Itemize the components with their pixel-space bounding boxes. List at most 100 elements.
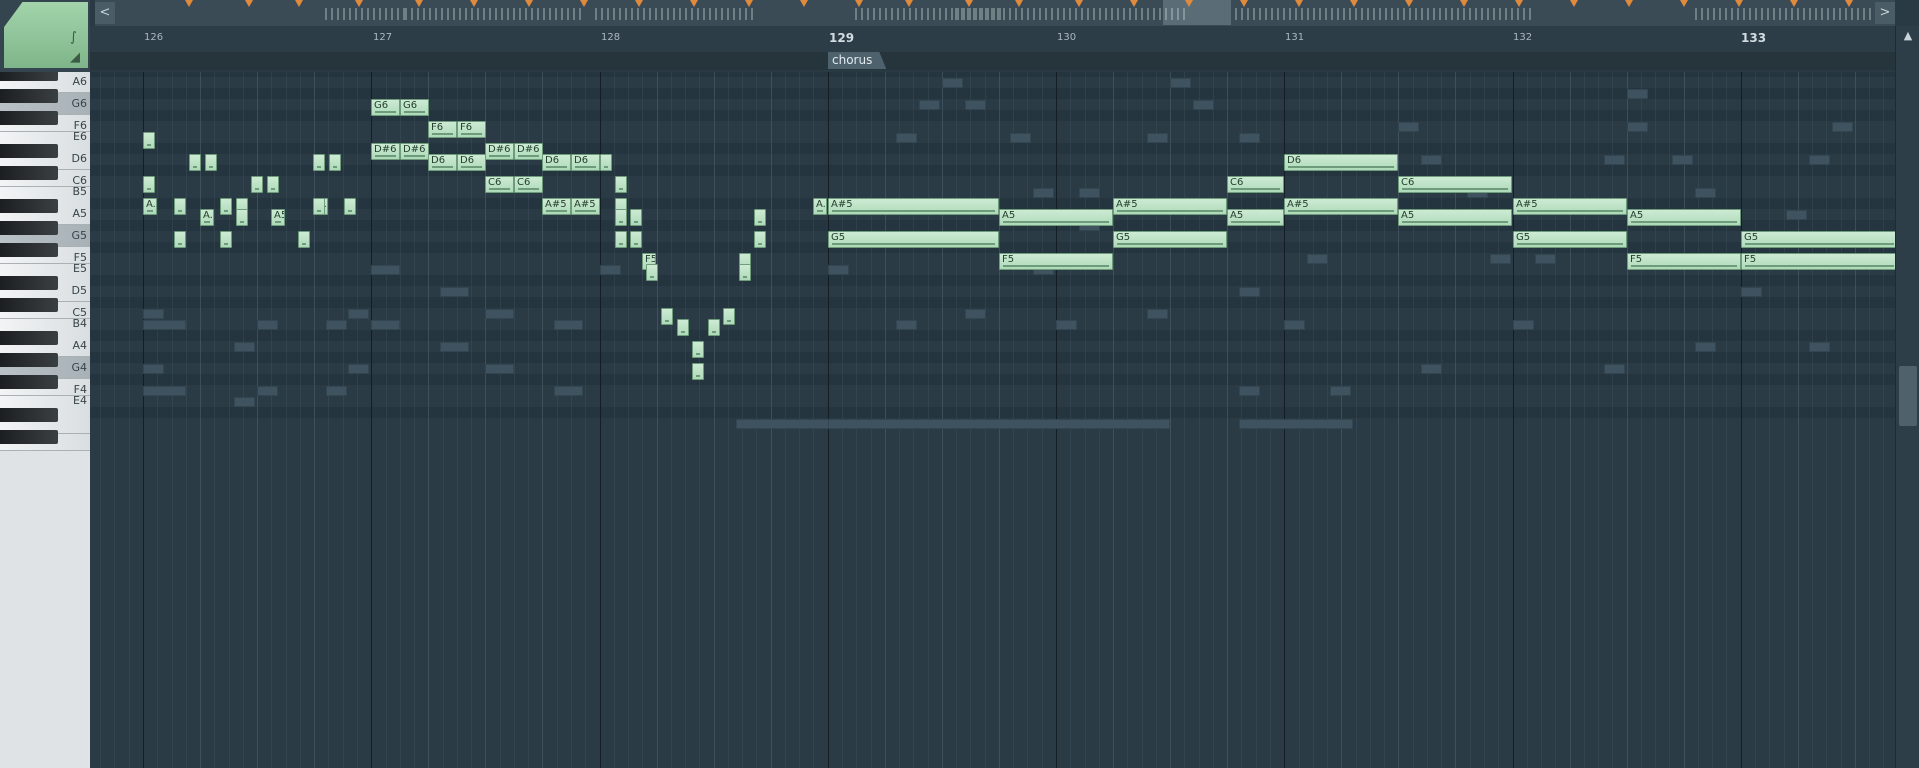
triangle-icon[interactable]: ◢ <box>70 50 80 65</box>
black-key[interactable] <box>0 89 58 103</box>
black-key[interactable] <box>0 144 58 158</box>
scroll-up-icon[interactable]: ▲ <box>1898 26 1918 46</box>
short-note[interactable] <box>220 198 232 215</box>
short-note[interactable] <box>739 264 751 281</box>
black-key[interactable] <box>0 199 58 213</box>
note[interactable]: D#6 <box>371 143 400 160</box>
note[interactable]: C6 <box>1398 176 1512 193</box>
short-note[interactable] <box>220 231 232 248</box>
note[interactable]: A5 <box>1627 209 1741 226</box>
black-key[interactable] <box>0 111 58 125</box>
note[interactable]: A#5 <box>1513 198 1627 215</box>
black-key[interactable] <box>0 276 58 290</box>
note[interactable]: G6 <box>371 99 400 116</box>
note[interactable]: D#6 <box>485 143 514 160</box>
short-note[interactable] <box>615 209 627 226</box>
short-note[interactable] <box>174 231 186 248</box>
grid-line <box>172 72 173 768</box>
note[interactable]: A#5 <box>1284 198 1398 215</box>
note[interactable]: A5 <box>999 209 1113 226</box>
note[interactable]: C6 <box>485 176 514 193</box>
short-note[interactable] <box>692 341 704 358</box>
note[interactable]: G6 <box>400 99 429 116</box>
short-note[interactable] <box>205 154 217 171</box>
short-note[interactable] <box>251 176 263 193</box>
curve-icon[interactable]: ∫ <box>70 30 77 45</box>
short-note[interactable] <box>267 176 279 193</box>
short-note[interactable] <box>174 198 186 215</box>
short-note[interactable] <box>630 209 642 226</box>
scroll-right-button[interactable]: > <box>1875 2 1895 24</box>
timeline-ruler[interactable]: 126 127 128 129 130 131 132 133 <box>90 26 1895 53</box>
note[interactable]: F6 <box>457 121 486 138</box>
note[interactable]: A#5 <box>571 198 600 215</box>
short-note[interactable] <box>661 308 673 325</box>
black-key[interactable] <box>0 430 58 444</box>
black-key[interactable] <box>0 408 58 422</box>
short-note[interactable] <box>600 154 612 171</box>
note[interactable]: C6 <box>1227 176 1284 193</box>
short-note[interactable] <box>298 231 310 248</box>
short-note[interactable] <box>143 176 155 193</box>
short-note[interactable] <box>723 308 735 325</box>
note[interactable]: D6 <box>571 154 600 171</box>
vertical-scrollbar[interactable]: ▲ <box>1895 26 1919 768</box>
short-note[interactable] <box>615 176 627 193</box>
black-key[interactable] <box>0 375 58 389</box>
short-note[interactable] <box>692 363 704 380</box>
note[interactable]: C6 <box>514 176 543 193</box>
short-note[interactable] <box>615 231 627 248</box>
black-key[interactable] <box>0 353 58 367</box>
note[interactable]: D6 <box>542 154 571 171</box>
short-note[interactable] <box>236 209 248 226</box>
short-note[interactable] <box>646 264 658 281</box>
note[interactable]: A#5 <box>828 198 999 215</box>
scroll-left-button[interactable]: < <box>95 2 115 24</box>
short-note[interactable] <box>189 154 201 171</box>
note[interactable]: D#6 <box>514 143 543 160</box>
short-note[interactable] <box>313 198 325 215</box>
note[interactable]: G5 <box>1513 231 1627 248</box>
note[interactable]: A5 <box>271 209 285 226</box>
piano-keyboard[interactable]: A6 G6 F6 E6 D6 C6 B5 A5 G5 F5 E5 D5 C5 B4 A4 G4 F4 E4 <box>0 72 90 768</box>
tool-corner[interactable]: ∫ ◢ <box>0 0 90 72</box>
note[interactable]: A#5 <box>1113 198 1227 215</box>
short-note[interactable] <box>754 231 766 248</box>
note[interactable]: F5 <box>1627 253 1741 270</box>
note[interactable]: F6 <box>428 121 457 138</box>
note[interactable]: G5 <box>1113 231 1227 248</box>
short-note[interactable] <box>754 209 766 226</box>
short-note[interactable] <box>708 319 720 336</box>
short-note[interactable] <box>344 198 356 215</box>
short-note[interactable] <box>143 132 155 149</box>
short-note[interactable] <box>329 154 341 171</box>
note[interactable]: A. <box>143 198 157 215</box>
note[interactable]: D#6 <box>400 143 429 160</box>
note[interactable]: G5 <box>1741 231 1895 248</box>
note[interactable]: A5 <box>1227 209 1284 226</box>
note[interactable]: A. <box>813 198 827 215</box>
black-key[interactable] <box>0 166 58 180</box>
short-note[interactable] <box>677 319 689 336</box>
note[interactable]: F5 <box>999 253 1113 270</box>
short-note[interactable] <box>313 154 325 171</box>
note[interactable]: F5 <box>1741 253 1895 270</box>
black-key[interactable] <box>0 331 58 345</box>
black-key[interactable] <box>0 298 58 312</box>
black-key[interactable] <box>0 221 58 235</box>
note[interactable]: G5 <box>828 231 999 248</box>
note[interactable]: A. <box>200 209 214 226</box>
note[interactable]: A5 <box>1398 209 1512 226</box>
short-note[interactable] <box>630 231 642 248</box>
overview-strip[interactable]: < > <box>95 0 1895 27</box>
note-grid[interactable]: G6 G6 F6 F6 D#6 D#6 D#6 D#6 D6 D6 D6 D6 D6 C6 C6 C6 C6 A#… <box>90 72 1895 768</box>
scroll-thumb[interactable] <box>1899 366 1917 426</box>
note[interactable]: D6 <box>1284 154 1398 171</box>
black-key[interactable] <box>0 72 58 81</box>
note[interactable]: D6 <box>428 154 457 171</box>
chorus-marker[interactable]: chorus <box>828 52 887 69</box>
black-key[interactable] <box>0 243 58 257</box>
grid-line <box>657 72 658 768</box>
note[interactable]: D6 <box>457 154 486 171</box>
note[interactable]: A#5 <box>542 198 571 215</box>
